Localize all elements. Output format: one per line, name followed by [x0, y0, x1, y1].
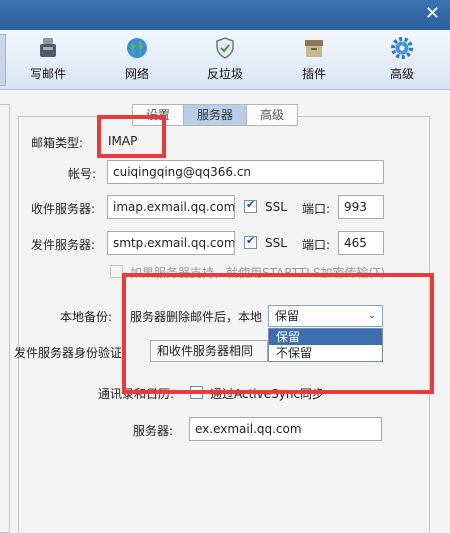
- toolbar-network-label: 网络: [124, 67, 149, 81]
- tab-server[interactable]: 服务器: [183, 104, 248, 126]
- toolbar: 写邮件 网络 反垃圾 插件 高级: [0, 30, 450, 90]
- toolbar-compose-button[interactable]: 写邮件: [18, 36, 78, 84]
- incoming-port-field[interactable]: 993: [338, 195, 384, 219]
- toolbar-antispam-button[interactable]: 反垃圾: [195, 36, 255, 84]
- toolbar-advanced-label: 高级: [389, 67, 414, 81]
- window-title-bar: ✕: [0, 0, 450, 30]
- toolbar-plugins-button[interactable]: 插件: [284, 36, 344, 84]
- annotation-box-local-backup: [122, 273, 434, 394]
- incoming-server-field[interactable]: imap.exmail.qq.com: [107, 195, 235, 219]
- annotation-box-mailbox-type: [97, 115, 166, 158]
- sync-server-label: 服务器:: [133, 424, 174, 438]
- local-backup-label: 本地备份:: [60, 310, 113, 324]
- shield-icon: [212, 36, 238, 60]
- account-label: 帐号:: [68, 167, 97, 181]
- outgoing-ssl-checkbox[interactable]: [244, 234, 257, 249]
- smtp-auth-label: 发件服务器身份验证:: [14, 346, 127, 360]
- globe-icon: [124, 36, 150, 60]
- incoming-ssl-checkbox[interactable]: [244, 198, 257, 213]
- toolbar-scroll-edge[interactable]: [0, 34, 6, 86]
- outgoing-server-label: 发件服务器:: [31, 238, 96, 252]
- gear-icon: [389, 36, 415, 60]
- incoming-ssl-label: SSL: [265, 200, 287, 214]
- close-icon[interactable]: ✕: [425, 4, 440, 24]
- compose-icon: [35, 36, 61, 60]
- toolbar-advanced-button[interactable]: 高级: [372, 36, 432, 84]
- sync-server-field[interactable]: ex.exmail.qq.com: [189, 417, 382, 441]
- tab-advanced[interactable]: 高级: [246, 104, 299, 126]
- account-field[interactable]: cuiqingqing@qq366.cn: [107, 160, 384, 184]
- incoming-port-label: 端口:: [302, 202, 331, 216]
- mailbox-type-label: 邮箱类型:: [31, 136, 84, 150]
- outgoing-port-field[interactable]: 465: [338, 231, 384, 255]
- toolbar-antispam-label: 反垃圾: [206, 67, 243, 81]
- incoming-server-label: 收件服务器:: [31, 202, 96, 216]
- toolbar-network-button[interactable]: 网络: [107, 36, 167, 84]
- toolbar-compose-label: 写邮件: [29, 67, 66, 81]
- outgoing-server-field[interactable]: smtp.exmail.qq.com: [107, 231, 235, 255]
- account-list-edge: [0, 104, 10, 533]
- plugin-box-icon: [301, 36, 327, 60]
- outgoing-ssl-label: SSL: [265, 236, 287, 250]
- outgoing-port-label: 端口:: [302, 238, 331, 252]
- toolbar-plugins-label: 插件: [301, 67, 326, 81]
